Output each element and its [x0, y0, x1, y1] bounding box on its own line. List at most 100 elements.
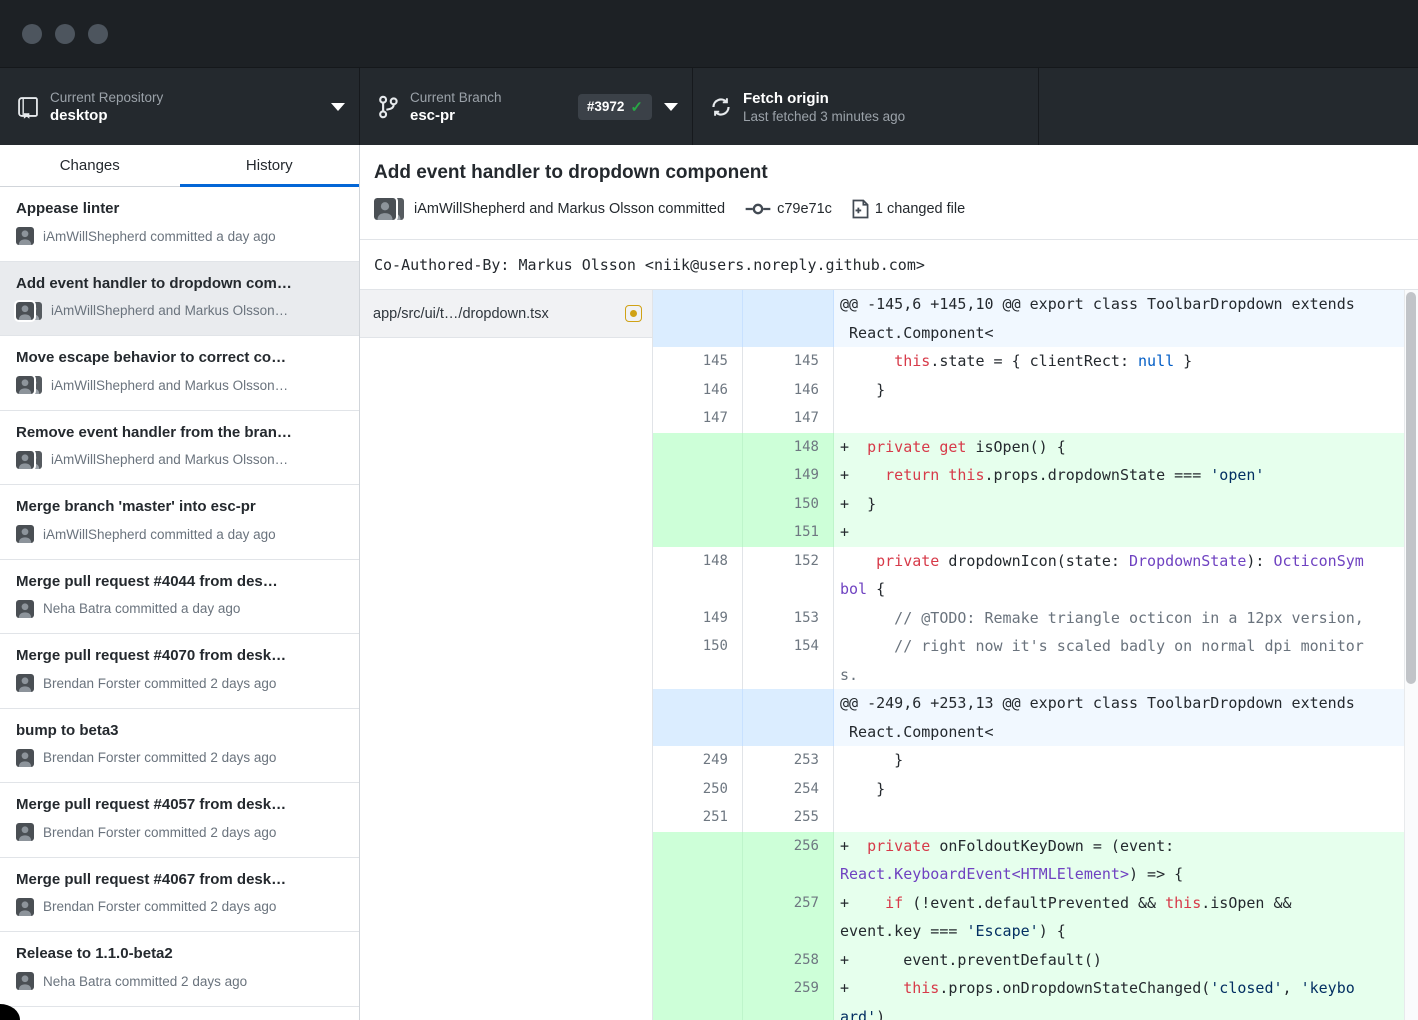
commit-list-item[interactable]: bump to beta3 Brendan Forster committed … — [0, 709, 359, 784]
new-line-number: 151 — [743, 518, 834, 547]
commit-item-meta: iAmWillShepherd and Markus Olsson… — [16, 376, 343, 394]
code-line: + event.preventDefault() — [834, 946, 1418, 975]
avatar — [16, 376, 42, 394]
changed-files-count: 1 changed file — [875, 201, 965, 217]
commit-title: Add event handler to dropdown component — [374, 160, 1394, 185]
diff-row: @@ -145,6 +145,10 @@ export class Toolba… — [653, 290, 1418, 347]
avatar — [374, 198, 404, 220]
old-line-number: 148 — [653, 547, 743, 604]
commit-item-byline: Brendan Forster committed 2 days ago — [43, 750, 276, 765]
commit-item-title: bump to beta3 — [16, 721, 343, 741]
commit-list-item[interactable]: Merge pull request #4044 from des… Neha … — [0, 560, 359, 635]
diff-row: 258+ event.preventDefault() — [653, 946, 1418, 975]
sidebar-tabs: Changes History — [0, 145, 359, 187]
commit-list-item[interactable]: Appease linter iAmWillShepherd committed… — [0, 187, 359, 262]
diff-row: 250254 } — [653, 775, 1418, 804]
close-window-button[interactable] — [22, 24, 42, 44]
file-diff-icon — [852, 199, 869, 219]
chevron-down-icon — [331, 103, 345, 111]
commit-item-meta: Brendan Forster committed 2 days ago — [16, 749, 343, 767]
commit-list-item[interactable]: Move escape behavior to correct co… iAmW… — [0, 336, 359, 411]
old-line-number — [653, 832, 743, 889]
git-commit-icon — [745, 201, 771, 217]
diff-row: 257+ if (!event.defaultPrevented && this… — [653, 889, 1418, 946]
current-repository-button[interactable]: Current Repository desktop — [0, 68, 360, 145]
commit-item-meta: Brendan Forster committed 2 days ago — [16, 823, 343, 841]
commit-item-byline: iAmWillShepherd committed a day ago — [43, 229, 276, 244]
branch-labels: Current Branch esc-pr — [410, 89, 568, 125]
commit-list-item[interactable]: Remove event handler from the bran… iAmW… — [0, 411, 359, 486]
new-line-number: 147 — [743, 404, 834, 433]
new-line-number: 257 — [743, 889, 834, 946]
code-line — [834, 803, 1418, 832]
commit-item-meta: Brendan Forster committed 2 days ago — [16, 674, 343, 692]
main-panel: Add event handler to dropdown component … — [360, 145, 1418, 1020]
old-line-number — [653, 461, 743, 490]
avatar-author — [374, 198, 396, 220]
commit-list-item[interactable]: Merge branch 'master' into esc-pr iAmWil… — [0, 485, 359, 560]
avatar — [16, 972, 34, 990]
commit-list-item[interactable]: Release to 1.1.0-beta2 Neha Batra commit… — [0, 932, 359, 1007]
chevron-down-icon — [664, 103, 678, 111]
avatar — [16, 898, 34, 916]
commit-item-title: Move escape behavior to correct co… — [16, 348, 343, 368]
commit-list-item[interactable]: Merge pull request #4070 from desk… Bren… — [0, 634, 359, 709]
old-line-number — [653, 490, 743, 519]
new-line-number: 253 — [743, 746, 834, 775]
changed-files-group: 1 changed file — [852, 199, 965, 219]
commit-authors: iAmWillShepherd and Markus Olsson commit… — [374, 198, 725, 220]
old-line-number: 150 — [653, 632, 743, 689]
toolbar: Current Repository desktop Current Branc… — [0, 68, 1418, 145]
commit-list-item[interactable]: Add event handler to dropdown com… iAmWi… — [0, 262, 359, 337]
commit-list-item[interactable]: Merge pull request #4051 from desk… — [0, 1007, 359, 1020]
commit-item-title: Add event handler to dropdown com… — [16, 274, 343, 294]
old-line-number — [653, 889, 743, 946]
fetch-origin-button[interactable]: Fetch origin Last fetched 3 minutes ago — [693, 68, 1039, 145]
new-line-number: 146 — [743, 376, 834, 405]
new-line-number: 149 — [743, 461, 834, 490]
commit-item-meta: iAmWillShepherd committed a day ago — [16, 525, 343, 543]
diff-row: 148152 private dropdownIcon(state: Dropd… — [653, 547, 1418, 604]
avatar-author — [16, 823, 34, 841]
avatar — [16, 674, 34, 692]
commit-list: Appease linter iAmWillShepherd committed… — [0, 187, 359, 1020]
tab-changes[interactable]: Changes — [0, 145, 180, 186]
diff-row: 148+ private get isOpen() { — [653, 433, 1418, 462]
old-line-number — [653, 946, 743, 975]
new-line-number — [743, 689, 834, 746]
file-list-item[interactable]: app/src/ui/t…/dropdown.tsx — [360, 290, 652, 338]
old-line-number: 149 — [653, 604, 743, 633]
current-branch-button[interactable]: Current Branch esc-pr #3972 ✓ — [360, 68, 693, 145]
code-line: // @TODO: Remake triangle octicon in a 1… — [834, 604, 1418, 633]
tab-history[interactable]: History — [180, 145, 360, 186]
repository-labels: Current Repository desktop — [50, 89, 319, 125]
maximize-window-button[interactable] — [88, 24, 108, 44]
commit-item-meta: iAmWillShepherd and Markus Olsson… — [16, 451, 343, 469]
content-area: Changes History Appease linter iAmWillSh… — [0, 145, 1418, 1020]
changed-file-list: app/src/ui/t…/dropdown.tsx — [360, 290, 653, 1020]
minimize-window-button[interactable] — [55, 24, 75, 44]
old-line-number — [653, 689, 743, 746]
modified-file-icon — [625, 305, 642, 322]
diff-row: 259+ this.props.onDropdownStateChanged('… — [653, 974, 1418, 1020]
avatar — [16, 227, 34, 245]
code-line: + this.props.onDropdownStateChanged('clo… — [834, 974, 1418, 1020]
avatar — [16, 823, 34, 841]
new-line-number: 259 — [743, 974, 834, 1020]
repository-label: Current Repository — [50, 89, 319, 106]
branch-label: Current Branch — [410, 89, 568, 106]
commit-list-item[interactable]: Merge pull request #4067 from desk… Bren… — [0, 858, 359, 933]
sidebar: Changes History Appease linter iAmWillSh… — [0, 145, 360, 1020]
commit-meta: iAmWillShepherd and Markus Olsson commit… — [374, 198, 1394, 220]
new-line-number: 256 — [743, 832, 834, 889]
old-line-number: 147 — [653, 404, 743, 433]
diff-scrollbar[interactable] — [1404, 290, 1418, 1020]
github-desktop-window: Current Repository desktop Current Branc… — [0, 0, 1418, 1020]
diff-row: 150154 // right now it's scaled badly on… — [653, 632, 1418, 689]
avatar — [16, 600, 34, 618]
scrollbar-thumb[interactable] — [1406, 292, 1416, 684]
code-line: // right now it's scaled badly on normal… — [834, 632, 1418, 689]
commit-list-item[interactable]: Merge pull request #4057 from desk… Bren… — [0, 783, 359, 858]
avatar — [16, 302, 42, 320]
avatar-author — [16, 600, 34, 618]
